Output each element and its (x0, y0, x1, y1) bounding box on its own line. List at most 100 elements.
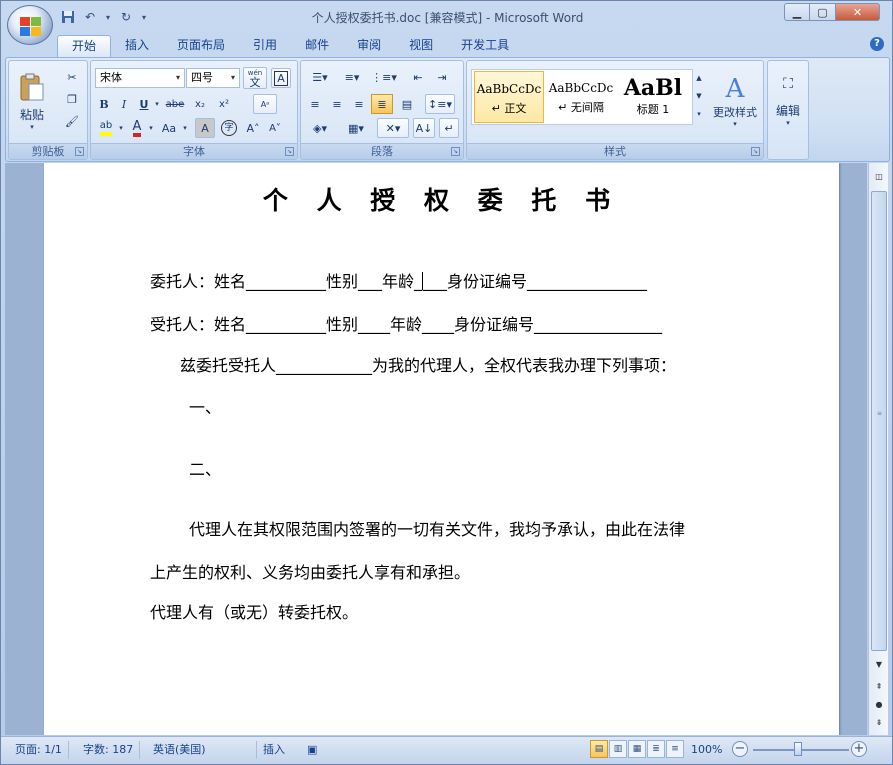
multilevel-list-icon[interactable]: ⋮≡▾ (369, 67, 399, 87)
tab-developer[interactable]: 开发工具 (447, 35, 523, 57)
select-browse-object-icon[interactable]: ● (871, 697, 887, 713)
tab-home[interactable]: 开始 (57, 35, 112, 57)
subscript-button[interactable]: x₂ (189, 94, 211, 114)
scroll-thumb[interactable]: ≡ (871, 191, 887, 651)
bold-button[interactable]: B (95, 94, 113, 114)
paragraph-launcher-icon[interactable]: ↘ (451, 147, 460, 156)
paste-button[interactable]: 粘贴 ▾ (15, 65, 49, 137)
font-color-dropdown-icon[interactable]: ▾ (147, 118, 155, 138)
distributed-icon[interactable]: ▤ (397, 94, 417, 114)
agent-line: 受托人：姓名__________性别____年龄____身份证编号_______… (150, 315, 663, 334)
clear-formatting-icon[interactable]: Aᵃ (253, 94, 277, 114)
underline-dropdown-icon[interactable]: ▾ (153, 94, 161, 114)
italic-button[interactable]: I (115, 94, 133, 114)
tab-page-layout[interactable]: 页面布局 (163, 35, 239, 57)
decrease-indent-icon[interactable]: ⇤ (407, 67, 429, 87)
zoom-slider-thumb[interactable] (794, 742, 802, 756)
previous-page-icon[interactable]: ⇞ (871, 679, 887, 695)
draft-icon[interactable]: ≡ (666, 740, 684, 758)
styles-scroll-up-icon[interactable]: ▲ (693, 69, 705, 87)
font-name-combo[interactable]: 宋体 ▾ (95, 68, 185, 88)
line-spacing-icon[interactable]: ↕≡▾ (425, 94, 455, 114)
office-button[interactable] (7, 5, 53, 45)
font-launcher-icon[interactable]: ↘ (285, 147, 294, 156)
maximize-button[interactable]: ▢ (810, 3, 836, 21)
character-border-button[interactable]: A (271, 68, 291, 88)
style-name: ↵ 正文 (491, 102, 527, 115)
insert-mode[interactable]: 插入 (257, 741, 291, 759)
tab-insert[interactable]: 插入 (111, 35, 163, 57)
full-screen-reading-icon[interactable]: ▥ (609, 740, 627, 758)
print-layout-icon[interactable]: ▤ (590, 740, 608, 758)
language-indicator[interactable]: 英语(美国) (147, 741, 257, 759)
highlight-button[interactable]: ab (95, 118, 117, 138)
zoom-level[interactable]: 100% (691, 741, 722, 759)
character-shading-button[interactable]: A (195, 118, 215, 138)
styles-scroll-down-icon[interactable]: ▼ (693, 87, 705, 105)
tab-review[interactable]: 审阅 (343, 35, 395, 57)
numbering-icon[interactable]: ≡▾ (337, 67, 367, 87)
clipboard-launcher-icon[interactable]: ↘ (75, 147, 84, 156)
font-size-combo[interactable]: 四号 ▾ (186, 68, 240, 88)
justify-icon[interactable]: ≣ (371, 94, 393, 114)
underline-button[interactable]: U (135, 94, 153, 114)
styles-launcher-icon[interactable]: ↘ (751, 147, 760, 156)
highlight-dropdown-icon[interactable]: ▾ (117, 118, 125, 138)
chinese-layout-icon[interactable]: ✕▾ (377, 118, 409, 138)
scroll-down-icon[interactable]: ▼ (871, 657, 887, 673)
font-color-button[interactable]: A (127, 118, 147, 138)
shrink-font-button[interactable]: A˅ (265, 118, 285, 138)
cut-icon[interactable]: ✂ (61, 67, 83, 87)
tab-mailings[interactable]: 邮件 (291, 35, 343, 57)
style-normal[interactable]: AaBbCcDc ↵ 正文 (474, 71, 544, 123)
increase-indent-icon[interactable]: ⇥ (431, 67, 453, 87)
tab-view[interactable]: 视图 (395, 35, 447, 57)
help-icon[interactable]: ? (870, 37, 884, 51)
copy-icon[interactable]: ❐ (61, 89, 83, 109)
align-left-icon[interactable]: ≡ (305, 94, 325, 114)
grow-font-button[interactable]: A˄ (243, 118, 263, 138)
web-layout-icon[interactable]: ▦ (628, 740, 646, 758)
outline-icon[interactable]: ≣ (647, 740, 665, 758)
sort-icon[interactable]: A↓ (413, 118, 435, 138)
title-bar: ↶ ▾ ↻ ▾ 个人授权委托书.doc [兼容模式] - Microsoft W… (1, 1, 892, 45)
bullets-icon[interactable]: ☰▾ (305, 67, 335, 87)
format-painter-icon[interactable]: 🖌 (61, 111, 83, 131)
styles-more-icon[interactable]: ▾ (693, 105, 705, 123)
close-button[interactable]: ✕ (836, 3, 880, 21)
ruler-toggle-icon[interactable]: ◫ (871, 169, 887, 185)
paragraph-group-label: 段落 (301, 143, 463, 159)
align-right-icon[interactable]: ≡ (349, 94, 369, 114)
superscript-button[interactable]: x² (213, 94, 235, 114)
binoculars-icon: ⛶ (783, 75, 793, 92)
strikethrough-button[interactable]: abe (163, 94, 187, 114)
tab-references[interactable]: 引用 (239, 35, 291, 57)
office-logo-icon (20, 17, 41, 36)
macro-record-icon[interactable]: ▣ (301, 741, 323, 759)
zoom-in-icon[interactable]: + (851, 741, 867, 757)
principal-line: 委托人：姓名__________性别___年龄____身份证编号________… (150, 268, 647, 292)
style-no-spacing[interactable]: AaBbCcDc ↵ 无间隔 (546, 71, 616, 123)
zoom-out-icon[interactable]: − (732, 741, 748, 757)
align-center-icon[interactable]: ≡ (327, 94, 347, 114)
shading-icon[interactable]: ◈▾ (305, 118, 335, 138)
view-buttons: ▤ ▥ ▦ ≣ ≡ (590, 740, 685, 760)
editing-label: 编辑 (775, 103, 800, 118)
vertical-scrollbar[interactable]: ◫ ≡ ▼ ⇞ ● ⇟ (868, 163, 888, 735)
change-case-button[interactable]: Aa (157, 118, 181, 138)
borders-icon[interactable]: ▦▾ (341, 118, 371, 138)
next-page-icon[interactable]: ⇟ (871, 715, 887, 731)
minimize-button[interactable]: ▁ (784, 3, 810, 21)
style-heading-1[interactable]: AaBl 标题 1 (618, 71, 688, 123)
show-marks-icon[interactable]: ↵ (439, 118, 459, 138)
document-page[interactable]: 个 人 授 权 委 托 书 委托人：姓名__________性别___年龄___… (44, 163, 839, 735)
page-count[interactable]: 页面: 1/1 (9, 741, 69, 759)
editing-button[interactable]: ⛶ 编辑 ▾ (770, 65, 806, 137)
change-styles-button[interactable]: A 更改样式 ▾ (709, 65, 761, 137)
change-case-dropdown-icon[interactable]: ▾ (181, 118, 189, 138)
word-count[interactable]: 字数: 187 (77, 741, 141, 759)
font-color-glyph: A (132, 120, 142, 137)
enclose-characters-button[interactable]: 字 (219, 118, 239, 138)
subdelegation-line: 代理人有（或无）转委托权。 (150, 603, 359, 622)
phonetic-guide-button[interactable]: wén 文 (243, 67, 267, 89)
